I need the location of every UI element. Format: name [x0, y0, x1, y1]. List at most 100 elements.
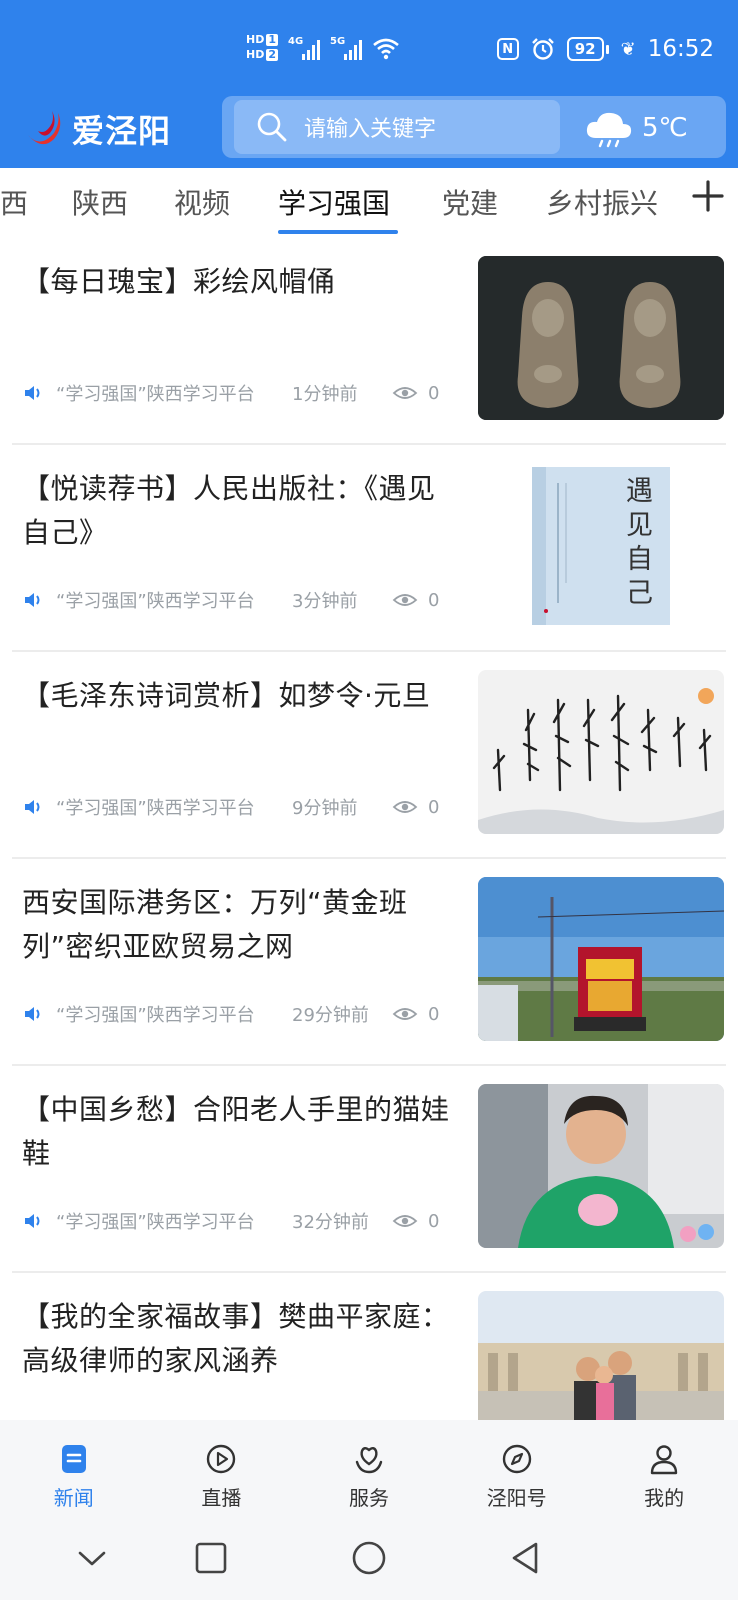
- tab-shaanxi[interactable]: 陕西: [72, 182, 128, 222]
- nav-service-label: 服务: [348, 1486, 389, 1510]
- home-icon[interactable]: [349, 1538, 389, 1578]
- status-time: 16:52: [647, 36, 714, 62]
- news-title[interactable]: 西安国际港务区：万列“黄金班列”密织亚欧贸易之网: [22, 881, 462, 969]
- compass-icon: [502, 1444, 531, 1474]
- eye-icon: [392, 801, 418, 813]
- view-count: 0: [428, 1210, 440, 1232]
- news-meta: “学习强国”陕西学习平台 9分钟前 0: [22, 792, 439, 822]
- speaker-icon[interactable]: [22, 589, 44, 611]
- nav-news-label: 新闻: [53, 1486, 94, 1510]
- cloud-rain-icon: [586, 112, 632, 148]
- back-icon[interactable]: [506, 1538, 546, 1578]
- news-thumbnail[interactable]: [478, 256, 724, 420]
- active-tab-indicator: [278, 230, 398, 234]
- tab-xi[interactable]: 西: [0, 182, 28, 222]
- news-title[interactable]: 【悦读荐书】人民出版社：《遇见自己》: [22, 467, 462, 555]
- hd2-label: HD: [246, 48, 265, 61]
- nfc-icon: N: [496, 38, 519, 60]
- nav-news[interactable]: 新闻: [0, 1420, 148, 1528]
- news-item[interactable]: 【毛泽东诗词赏析】如梦令·元旦 “学习强国”陕西学习平台 9分钟前 0: [12, 652, 726, 859]
- speaker-icon[interactable]: [22, 1210, 44, 1232]
- add-channel-icon[interactable]: [686, 174, 730, 218]
- channel-tabs: 西 陕西 视频 学习强国 党建 乡村振兴: [0, 168, 738, 238]
- news-thumbnail[interactable]: [478, 1084, 724, 1248]
- eye-icon: [392, 387, 418, 399]
- news-thumbnail[interactable]: [478, 1291, 724, 1420]
- search-placeholder: 请输入关键字: [304, 117, 437, 142]
- weather-widget[interactable]: 5℃: [584, 104, 688, 152]
- leaf-icon: ❦: [620, 38, 636, 60]
- tab-rural-revitalization[interactable]: 乡村振兴: [546, 182, 658, 222]
- profile-icon: [650, 1445, 678, 1475]
- bottom-nav: 新闻 直播 服务 泾阳号 我的: [0, 1420, 738, 1528]
- news-source: “学习强国”陕西学习平台: [56, 1212, 255, 1233]
- recent-apps-icon[interactable]: [191, 1538, 231, 1578]
- nav-profile-label: 我的: [644, 1486, 685, 1510]
- news-meta: “学习强国”陕西学习平台 29分钟前 0: [22, 999, 439, 1029]
- news-time: 29分钟前: [292, 1005, 369, 1026]
- news-item[interactable]: 【悦读荐书】人民出版社：《遇见自己》 “学习强国”陕西学习平台 3分钟前 0 遇…: [12, 445, 726, 652]
- logo-mark-icon: [28, 111, 61, 145]
- speaker-icon[interactable]: [22, 1003, 44, 1025]
- wifi-icon: [373, 38, 399, 59]
- news-meta: “学习强国”陕西学习平台 32分钟前 0: [22, 1206, 439, 1236]
- eye-icon: [392, 1008, 418, 1020]
- battery-level: 92: [566, 37, 604, 61]
- system-nav-bar: [0, 1528, 738, 1600]
- search-input[interactable]: 请输入关键字: [234, 100, 560, 154]
- news-thumbnail[interactable]: [478, 877, 724, 1041]
- app-logo[interactable]: 爱泾阳: [24, 104, 171, 154]
- hd1-number: 1: [266, 33, 278, 46]
- nav-profile[interactable]: 我的: [590, 1420, 738, 1528]
- eye-icon: [392, 1215, 418, 1227]
- news-time: 32分钟前: [292, 1212, 369, 1233]
- news-title[interactable]: 【中国乡愁】合阳老人手里的猫娃鞋: [22, 1088, 462, 1176]
- network-type-2: 5G: [330, 35, 346, 47]
- search-icon: [257, 112, 287, 142]
- nav-service[interactable]: 服务: [295, 1420, 443, 1528]
- alarm-icon: [531, 38, 554, 60]
- nav-jingyang-hao[interactable]: 泾阳号: [443, 1420, 591, 1528]
- nav-jingyang-hao-label: 泾阳号: [486, 1486, 547, 1510]
- battery-icon: 92: [566, 37, 609, 61]
- news-item[interactable]: 【每日瑰宝】彩绘风帽俑 “学习强国”陕西学习平台 1分钟前 0: [12, 238, 726, 445]
- news-time: 3分钟前: [292, 591, 358, 612]
- hd1-label: HD: [246, 33, 265, 46]
- news-source: “学习强国”陕西学习平台: [56, 798, 255, 819]
- news-time: 1分钟前: [292, 384, 358, 405]
- hd-icon: HD 1 HD 2: [246, 34, 278, 61]
- news-feed: 【每日瑰宝】彩绘风帽俑 “学习强国”陕西学习平台 1分钟前 0 【悦读荐书】人民…: [0, 238, 738, 1420]
- speaker-icon[interactable]: [22, 382, 44, 404]
- view-count: 0: [428, 1003, 440, 1025]
- news-item[interactable]: 【我的全家福故事】樊曲平家庭：高级律师的家风涵养: [12, 1273, 726, 1420]
- book-cover-title: 遇见自己: [626, 476, 653, 609]
- status-bar: HD 1 HD 2 4G 5G N 92 ❦ 16:52: [0, 0, 738, 92]
- view-count: 0: [428, 589, 440, 611]
- news-title[interactable]: 【每日瑰宝】彩绘风帽俑: [22, 260, 462, 304]
- weather-temperature: 5℃: [642, 113, 688, 143]
- news-thumbnail[interactable]: 遇见自己: [478, 463, 724, 627]
- news-title[interactable]: 【毛泽东诗词赏析】如梦令·元旦: [22, 674, 462, 718]
- speaker-icon[interactable]: [22, 796, 44, 818]
- view-count: 0: [428, 382, 440, 404]
- news-meta: “学习强国”陕西学习平台 3分钟前 0: [22, 585, 439, 615]
- news-thumbnail[interactable]: [478, 670, 724, 834]
- tab-party-building[interactable]: 党建: [442, 182, 498, 222]
- chevron-down-icon[interactable]: [72, 1538, 112, 1578]
- news-meta: “学习强国”陕西学习平台 1分钟前 0: [22, 378, 439, 408]
- news-time: 9分钟前: [292, 798, 358, 819]
- nav-live-label: 直播: [201, 1486, 242, 1510]
- news-title[interactable]: 【我的全家福故事】樊曲平家庭：高级律师的家风涵养: [22, 1295, 462, 1383]
- news-icon: [61, 1445, 86, 1473]
- nav-live[interactable]: 直播: [148, 1420, 296, 1528]
- news-item[interactable]: 西安国际港务区：万列“黄金班列”密织亚欧贸易之网 “学习强国”陕西学习平台 29…: [12, 859, 726, 1066]
- news-source: “学习强国”陕西学习平台: [56, 591, 255, 612]
- signal-icon: 4G: [288, 36, 320, 60]
- news-item[interactable]: 【中国乡愁】合阳老人手里的猫娃鞋 “学习强国”陕西学习平台 32分钟前 0: [12, 1066, 726, 1273]
- tab-video[interactable]: 视频: [174, 182, 230, 222]
- network-type-1: 4G: [288, 35, 304, 47]
- tab-xuexi-qiangguo[interactable]: 学习强国: [278, 182, 390, 222]
- news-source: “学习强国”陕西学习平台: [56, 384, 255, 405]
- live-icon: [207, 1444, 236, 1474]
- logo-text: 爱泾阳: [72, 112, 172, 150]
